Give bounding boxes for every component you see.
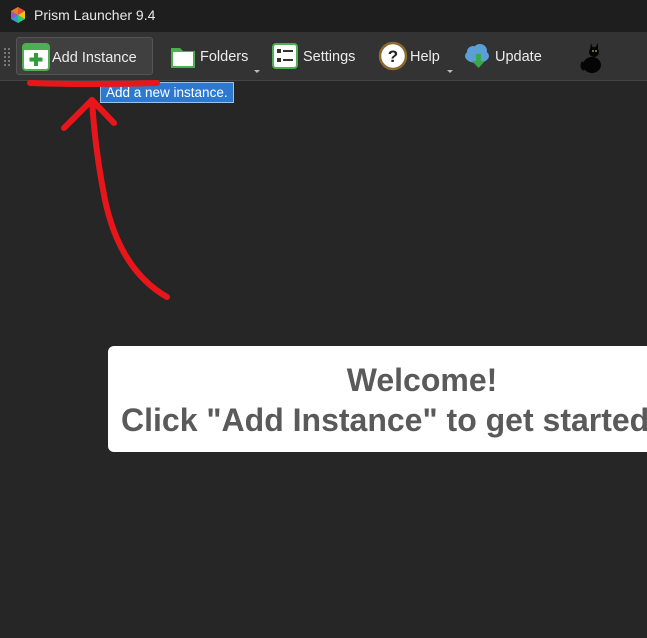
- folders-dropdown-arrow-icon[interactable]: [254, 70, 260, 73]
- folders-label: Folders: [200, 49, 249, 65]
- svg-text:?: ?: [388, 47, 398, 66]
- welcome-instruction: Click "Add Instance" to get started: [121, 402, 647, 438]
- toolbar-grip-handle[interactable]: [4, 48, 12, 68]
- update-button[interactable]: Update: [458, 37, 554, 75]
- settings-label: Settings: [303, 49, 356, 65]
- settings-icon: [272, 43, 298, 69]
- folder-icon: [171, 48, 195, 68]
- black-cat-icon[interactable]: [578, 40, 606, 74]
- main-toolbar: Add Instance Folders Settings ? Help Upd…: [0, 32, 647, 81]
- title-bar: Prism Launcher 9.4: [0, 0, 647, 32]
- add-instance-tooltip: Add a new instance.: [100, 82, 234, 103]
- update-cloud-icon: [465, 44, 489, 68]
- settings-button[interactable]: Settings: [266, 37, 362, 75]
- prism-logo-icon: [11, 7, 25, 23]
- window-title: Prism Launcher 9.4: [34, 7, 156, 23]
- welcome-heading: Welcome!: [346, 362, 498, 398]
- add-instance-label: Add Instance: [52, 50, 137, 66]
- welcome-panel: Welcome! Click "Add Instance" to get sta…: [108, 346, 647, 452]
- help-label: Help: [410, 49, 440, 65]
- update-label: Update: [495, 49, 542, 65]
- help-dropdown-arrow-icon[interactable]: [447, 70, 453, 73]
- add-instance-icon: [22, 43, 50, 71]
- add-instance-button[interactable]: Add Instance: [16, 37, 153, 75]
- folders-button[interactable]: Folders: [164, 37, 262, 75]
- help-button[interactable]: ? Help: [374, 37, 458, 75]
- help-icon: ?: [378, 41, 408, 71]
